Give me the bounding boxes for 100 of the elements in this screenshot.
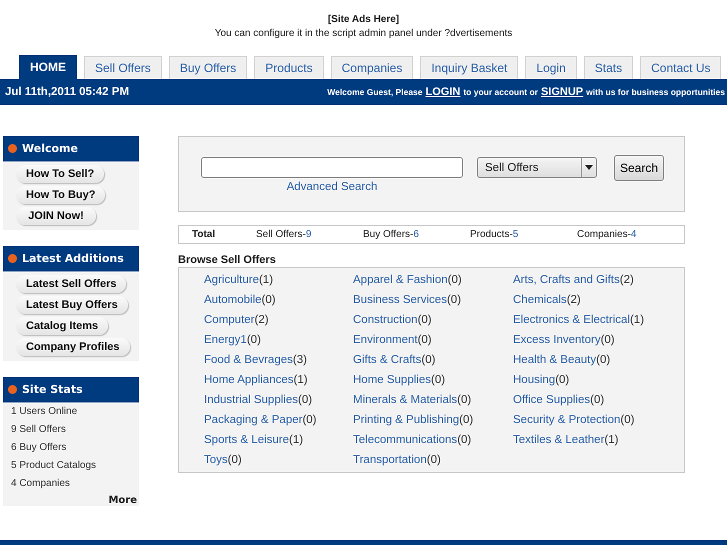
advanced-search-link[interactable]: Advanced Search	[286, 181, 378, 193]
category-link[interactable]: Electronics & Electrical	[513, 314, 630, 326]
total-label: Products-	[470, 229, 513, 240]
sidebar-button[interactable]: Catalog Items	[16, 317, 108, 335]
sidebar-button[interactable]: How To Sell?	[16, 165, 104, 183]
category-link[interactable]: Automobile	[204, 294, 262, 306]
total-label: Sell Offers-	[256, 229, 306, 240]
welcome-text: Welcome Guest, Please	[327, 87, 422, 97]
sidebar-button[interactable]: How To Buy?	[16, 186, 106, 204]
category-link[interactable]: Housing	[513, 374, 556, 386]
category-link[interactable]: Office Supplies	[513, 394, 590, 406]
nav-tab[interactable]: Login	[525, 56, 577, 79]
category-count: (0)	[430, 374, 446, 386]
total-count-link[interactable]: 6	[413, 229, 419, 240]
category-count: (2)	[620, 274, 634, 286]
category-count: (0)	[459, 414, 474, 426]
nav-tab[interactable]: Buy Offers	[168, 56, 248, 79]
sidebar-button[interactable]: Company Profiles	[16, 338, 130, 356]
category-link[interactable]: Excess Inventory	[513, 334, 601, 346]
sidebar-button[interactable]: JOIN Now!	[16, 207, 96, 225]
category-count: (3)	[292, 354, 307, 366]
search-field[interactable]	[201, 157, 463, 178]
totals-label: Total	[191, 229, 216, 240]
nav-tab[interactable]: Stats	[584, 56, 634, 79]
category-link[interactable]: Printing & Publishing	[353, 414, 460, 426]
category-link[interactable]: Food & Bevrages	[204, 354, 293, 366]
category-count: (0)	[590, 394, 604, 406]
date-time: Jul 11th,2011 05:42 PM	[5, 86, 130, 98]
category-count: (2)	[254, 314, 269, 326]
total-count-link[interactable]: 4	[630, 229, 636, 240]
category-link[interactable]: Apparel & Fashion	[353, 274, 448, 286]
more-link[interactable]: More	[108, 495, 137, 506]
category-link[interactable]: Sports & Leisure	[204, 434, 290, 446]
category-count: (0)	[418, 334, 432, 346]
category-count: (0)	[246, 334, 261, 346]
panel-title: Latest Additions	[22, 252, 124, 265]
category-count: (0)	[457, 394, 472, 406]
category-count: (0)	[600, 334, 615, 346]
category-link[interactable]: Computer	[204, 314, 254, 326]
nav-tab[interactable]: HOME	[19, 55, 77, 79]
category-count: (0)	[421, 354, 436, 366]
category-link[interactable]: Textiles & Leather	[513, 434, 604, 446]
total-count-link[interactable]: 5	[512, 229, 518, 240]
category-count: (1)	[604, 434, 618, 446]
caret-icon	[585, 165, 593, 170]
category-link[interactable]: Gifts & Crafts	[353, 354, 422, 366]
signup-link[interactable]: SIGNUP	[540, 86, 584, 98]
nav-tab[interactable]: Contact Us	[640, 56, 722, 79]
search-button[interactable]: Search	[614, 155, 664, 181]
stat-text: 6 Buy Offers	[10, 441, 68, 455]
category-link[interactable]: Home Supplies	[353, 374, 431, 386]
category-link[interactable]: Construction	[353, 314, 418, 326]
total-label: Companies-	[577, 229, 631, 240]
category-link[interactable]: Security & Protection	[513, 414, 620, 426]
nav-tab[interactable]: Companies	[330, 56, 414, 79]
category-link[interactable]: Transportation	[353, 454, 427, 466]
sidebar-button[interactable]: Latest Buy Offers	[16, 296, 128, 314]
stat-text: 5 Product Catalogs	[10, 459, 98, 473]
stat-text: 4 Companies	[10, 477, 71, 491]
category-count: (2)	[566, 294, 581, 306]
bullet-icon	[8, 254, 17, 263]
total-label: Buy Offers-	[363, 229, 414, 240]
category-link[interactable]: Agriculture	[204, 274, 259, 286]
category-count: (0)	[457, 434, 472, 446]
sidebar-button[interactable]: Latest Sell Offers	[16, 275, 126, 293]
category-link[interactable]: Business Services	[353, 294, 447, 306]
category-count: (0)	[298, 394, 312, 406]
category-link[interactable]: Packaging & Paper	[204, 414, 302, 426]
category-link[interactable]: Home Appliances	[204, 374, 294, 386]
nav-tab[interactable]: Sell Offers	[84, 56, 162, 79]
category-count: (0)	[426, 454, 441, 466]
category-count: (0)	[302, 414, 317, 426]
bullet-icon	[8, 144, 17, 153]
category-dropdown[interactable]: Sell Offers	[477, 157, 597, 178]
category-link[interactable]: Minerals & Materials	[353, 394, 458, 406]
panel-title: Site Stats	[22, 383, 83, 396]
category-link[interactable]: Toys	[204, 454, 228, 466]
category-count: (0)	[448, 274, 462, 286]
category-link[interactable]: Industrial Supplies	[204, 394, 298, 406]
category-link[interactable]: Energy1	[204, 334, 247, 346]
nav-tab[interactable]: Inquiry Basket	[420, 56, 518, 79]
category-link[interactable]: Telecommunications	[353, 434, 458, 446]
stat-text: 9 Sell Offers	[10, 423, 67, 437]
bullet-icon	[8, 385, 17, 394]
welcome-text: with us for business opportunities	[586, 87, 725, 97]
category-link[interactable]: Environment	[353, 334, 418, 346]
category-link[interactable]: Health & Beauty	[513, 354, 596, 366]
category-count: (0)	[555, 374, 570, 386]
login-link[interactable]: LOGIN	[426, 86, 460, 98]
section-title: Browse Sell Offers	[178, 254, 277, 266]
category-link[interactable]: Chemicals	[513, 294, 567, 306]
total-count-link[interactable]: 9	[306, 229, 312, 240]
ads-title: [Site Ads Here]	[326, 13, 400, 27]
category-count: (0)	[228, 454, 242, 466]
welcome-text: to your account or	[463, 87, 538, 97]
ads-text: You can configure it in the script admin panel under ?dvertisements	[214, 27, 514, 41]
category-count: (1)	[289, 434, 304, 446]
category-link[interactable]: Arts, Crafts and Gifts	[513, 274, 620, 286]
nav-tab[interactable]: Products	[254, 56, 324, 79]
category-count: (1)	[258, 274, 274, 286]
